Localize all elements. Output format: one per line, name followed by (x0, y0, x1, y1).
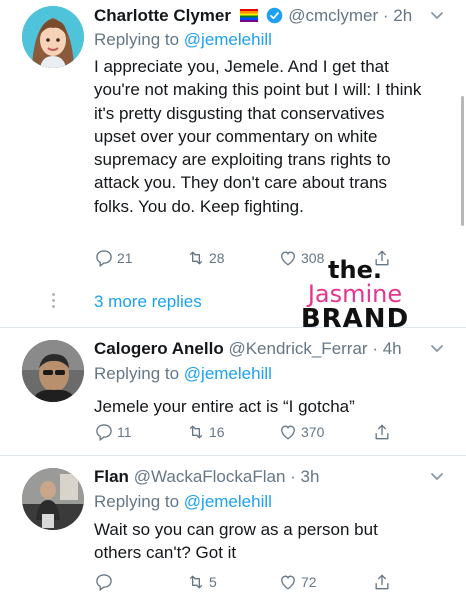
retweet-button[interactable]: 28 (186, 248, 225, 268)
share-icon (375, 574, 389, 590)
scrollbar[interactable] (461, 96, 464, 226)
tweet-actions: 5 72 (94, 572, 414, 596)
reply-button[interactable]: 11 (94, 422, 132, 442)
user-handle[interactable]: @cmclymer (288, 6, 378, 25)
retweet-icon (189, 425, 203, 439)
avatar[interactable] (22, 468, 84, 530)
share-icon (375, 424, 389, 440)
replying-to: Replying to @jemelehill (94, 30, 272, 49)
replying-to: Replying to @jemelehill (94, 492, 272, 511)
display-name[interactable]: Flan (94, 467, 129, 486)
tweet-header: Calogero Anello @Kendrick_Ferrar · 4h (94, 338, 402, 360)
retweet-icon (189, 575, 203, 589)
user-handle[interactable]: @WackaFlockaFlan (134, 467, 286, 486)
photo-avatar-icon (22, 340, 84, 402)
display-name[interactable]: Charlotte Clymer (94, 6, 231, 25)
reply-icon (96, 250, 112, 268)
replying-to: Replying to @jemelehill (94, 364, 272, 383)
like-count: 72 (301, 574, 317, 590)
more-replies-link[interactable]: 3 more replies (94, 292, 202, 312)
chevron-down-icon[interactable] (430, 5, 444, 27)
retweet-count: 16 (209, 424, 225, 440)
tweet-calogero[interactable]: Calogero Anello @Kendrick_Ferrar · 4h Re… (0, 328, 466, 454)
reply-button[interactable]: 21 (94, 248, 133, 268)
tweet-actions: 11 16 370 (94, 422, 414, 446)
reply-count: 11 (117, 424, 132, 440)
display-name[interactable]: Calogero Anello (94, 339, 224, 358)
tweet-header: Charlotte Clymer @cmclymer · 2h (94, 5, 412, 27)
tweet-text: I appreciate you, Jemele. And I get that… (94, 57, 422, 216)
retweet-icon (189, 251, 203, 265)
chevron-down-icon[interactable] (430, 338, 444, 360)
heart-icon (281, 575, 295, 590)
like-count: 370 (301, 424, 325, 440)
avatar[interactable] (22, 6, 84, 68)
user-handle[interactable]: @Kendrick_Ferrar (228, 339, 367, 358)
reply-icon (96, 574, 112, 592)
thread-dots (52, 293, 56, 311)
photo-avatar-icon (22, 468, 84, 530)
heart-icon (281, 425, 295, 440)
timestamp: · 4h (372, 339, 402, 358)
retweet-button[interactable]: 16 (186, 422, 225, 442)
tweet-flan[interactable]: Flan @WackaFlockaFlan · 3h Replying to @… (0, 456, 466, 600)
memoji-avatar-icon (22, 6, 84, 68)
like-button[interactable]: 72 (278, 572, 317, 592)
the-jasmine-brand-watermark: the. Jasmine BRAND (300, 256, 410, 334)
mention-link[interactable]: @jemelehill (184, 30, 272, 49)
reply-button[interactable] (94, 572, 117, 592)
verified-badge-icon (267, 7, 283, 24)
timestamp: · 2h (382, 6, 413, 25)
timestamp: · 3h (290, 467, 320, 486)
retweet-count: 28 (209, 250, 225, 266)
share-button[interactable] (372, 572, 392, 592)
tweet-header: Flan @WackaFlockaFlan · 3h (94, 466, 319, 488)
mention-link[interactable]: @jemelehill (184, 492, 272, 511)
retweet-button[interactable]: 5 (186, 572, 217, 592)
mention-link[interactable]: @jemelehill (184, 364, 272, 383)
avatar[interactable] (22, 340, 84, 402)
like-button[interactable]: 370 (278, 422, 324, 442)
tweet-text: Jemele your entire act is “I gotcha” (94, 397, 355, 416)
share-button[interactable] (372, 422, 392, 442)
retweet-count: 5 (209, 574, 217, 590)
rainbow-flag-icon (239, 9, 258, 22)
reply-icon (96, 424, 112, 442)
tweet-text: Wait so you can grow as a person but oth… (94, 520, 378, 563)
reply-count: 21 (117, 250, 133, 266)
chevron-down-icon[interactable] (430, 466, 444, 488)
